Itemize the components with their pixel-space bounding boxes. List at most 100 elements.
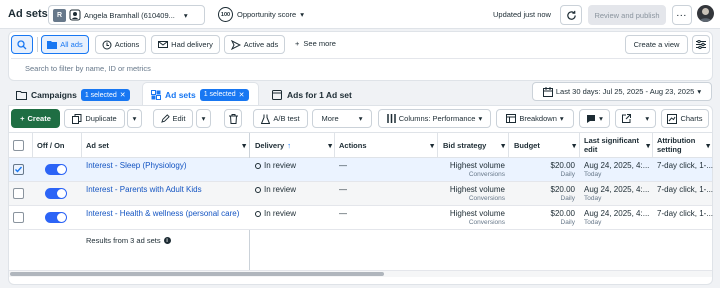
create-button[interactable]: + Create xyxy=(11,109,60,128)
row-last-edit: Aug 24, 2025, 4:... xyxy=(584,161,650,170)
row-delivery: In review xyxy=(255,209,296,218)
delete-button[interactable] xyxy=(224,109,242,128)
more-options-button[interactable]: ··· xyxy=(672,5,692,25)
column-header-budget[interactable]: Budget ▾ xyxy=(514,133,576,157)
row-delivery: In review xyxy=(255,161,296,170)
columns-button[interactable]: Columns: Performance ▾ xyxy=(378,109,491,128)
score-label: Opportunity score xyxy=(237,10,297,19)
close-icon[interactable]: ✕ xyxy=(239,91,245,99)
row-budget-sub: Daily xyxy=(560,219,575,226)
column-label: setting xyxy=(657,145,682,154)
account-avatar: R xyxy=(53,8,66,22)
more-button[interactable]: More ▾ xyxy=(312,109,372,128)
caret-down-icon: ▾ xyxy=(132,114,137,123)
report-icon xyxy=(586,114,596,124)
date-range-picker[interactable]: Last 30 days: Jul 25, 2025 - Aug 23, 202… xyxy=(532,82,712,101)
create-label: Create xyxy=(27,114,51,123)
caret-down-icon: ▾ xyxy=(358,114,363,123)
active-ads-label: Active ads xyxy=(243,40,279,49)
tab-campaigns-label: Campaigns xyxy=(31,90,77,100)
column-header-attribution[interactable]: Attribution setting ▾ xyxy=(657,133,710,157)
column-header-ad-set[interactable]: Ad set ▾ xyxy=(86,133,246,157)
reports-button[interactable]: ▾ xyxy=(579,109,610,128)
create-view-button[interactable]: Create a view xyxy=(625,35,688,54)
edit-dropdown[interactable]: ▾ xyxy=(196,109,211,128)
updated-status: Updated just now xyxy=(493,10,551,19)
caret-down-icon: ▾ xyxy=(430,140,434,150)
envelope-icon xyxy=(158,40,169,49)
caret-down-icon: ▾ xyxy=(599,114,603,123)
column-label: Delivery xyxy=(255,140,285,150)
date-range-label: Last 30 days: Jul 25, 2025 - Aug 23, 202… xyxy=(555,87,695,96)
chevron-down-icon: ▾ xyxy=(183,10,188,20)
more-icon: ··· xyxy=(676,10,688,20)
active-ads-filter[interactable]: Active ads xyxy=(224,35,285,54)
folder-icon xyxy=(16,90,27,100)
search-input[interactable]: Search to filter by name, ID or metrics xyxy=(11,58,711,78)
had-delivery-filter[interactable]: Had delivery xyxy=(151,35,220,54)
search-icon xyxy=(17,39,27,50)
caret-down-icon: ▾ xyxy=(572,140,576,150)
edit-button[interactable]: Edit xyxy=(153,109,193,128)
refresh-button[interactable] xyxy=(560,5,582,25)
sort-ascending-icon: ↑ xyxy=(287,140,291,150)
info-icon[interactable]: i xyxy=(163,237,171,244)
column-label: Actions xyxy=(339,140,367,150)
row-ad-set-name[interactable]: Interest - Sleep (Physiology) xyxy=(86,161,187,170)
column-header-actions[interactable]: Actions ▾ xyxy=(339,133,434,157)
account-selector[interactable]: R Angela Bramhall (610409... ▾ xyxy=(48,5,205,25)
column-header-delivery[interactable]: Delivery ↑ ▾ xyxy=(255,133,332,157)
tab-ads[interactable]: Ads for 1 Ad set xyxy=(266,84,366,106)
column-header-bid-strategy[interactable]: Bid strategy ▾ xyxy=(443,133,505,157)
row-checkbox[interactable] xyxy=(13,212,24,223)
ab-test-label: A/B test xyxy=(273,114,300,123)
actions-icon xyxy=(102,40,112,50)
breakdown-button[interactable]: Breakdown ▾ xyxy=(496,109,574,128)
row-toggle[interactable] xyxy=(45,212,67,223)
column-header-off-on[interactable]: Off / On xyxy=(37,133,65,157)
row-last-edit-sub: Today xyxy=(584,219,602,226)
settings-button[interactable] xyxy=(692,35,710,54)
columns-label: Columns: Performance xyxy=(398,114,476,123)
horizontal-scrollbar[interactable] xyxy=(9,270,712,277)
adsets-selected-chip[interactable]: 1 selected ✕ xyxy=(199,88,249,101)
row-bid-sub: Conversions xyxy=(468,195,505,202)
see-more-button[interactable]: + See more xyxy=(295,39,336,48)
export-button[interactable]: ▾ xyxy=(615,109,656,128)
tab-ad-sets[interactable]: Ad sets 1 selected ✕ xyxy=(142,82,259,106)
row-checkbox[interactable] xyxy=(13,188,24,199)
ab-test-button[interactable]: A/B test xyxy=(253,109,308,128)
search-button[interactable] xyxy=(11,35,33,54)
row-toggle[interactable] xyxy=(45,164,67,175)
scrollbar-thumb[interactable] xyxy=(10,272,384,276)
row-ad-set-name[interactable]: Interest - Parents with Adult Kids xyxy=(86,185,202,194)
column-header-last-edit[interactable]: Last significant edit ▾ xyxy=(584,133,650,157)
duplicate-label: Duplicate xyxy=(85,114,117,123)
row-actions: — xyxy=(339,161,347,170)
search-placeholder: Search to filter by name, ID or metrics xyxy=(25,64,151,73)
opportunity-score[interactable]: 100 Opportunity score ▾ xyxy=(218,7,304,22)
caret-down-icon: ▾ xyxy=(706,140,710,150)
row-ad-set-name[interactable]: Interest - Health & wellness (personal c… xyxy=(86,209,239,218)
row-toggle[interactable] xyxy=(45,188,67,199)
row-checkbox[interactable] xyxy=(13,164,24,175)
all-ads-filter[interactable]: All ads xyxy=(41,35,89,54)
charts-button[interactable]: Charts xyxy=(661,109,709,128)
caret-down-icon: ▾ xyxy=(501,140,505,150)
row-budget: $20.00 xyxy=(550,161,575,170)
tab-campaigns[interactable]: Campaigns 1 selected ✕ xyxy=(8,84,139,106)
avatar[interactable] xyxy=(697,5,714,22)
review-publish-button[interactable]: Review and publish xyxy=(588,5,666,25)
account-icon xyxy=(69,9,81,21)
row-bid-strategy: Highest volume xyxy=(449,161,505,170)
status-circle-icon xyxy=(255,186,261,193)
duplicate-button[interactable]: Duplicate xyxy=(64,109,125,128)
campaigns-selected-chip[interactable]: 1 selected ✕ xyxy=(80,89,130,101)
actions-filter[interactable]: Actions xyxy=(95,35,146,54)
close-icon[interactable]: ✕ xyxy=(120,91,126,99)
account-name: Angela Bramhall (610409... xyxy=(84,10,175,20)
duplicate-dropdown[interactable]: ▾ xyxy=(127,109,142,128)
column-label: Bid strategy xyxy=(443,140,487,150)
column-divider xyxy=(508,133,509,158)
select-all-checkbox[interactable] xyxy=(13,140,24,151)
